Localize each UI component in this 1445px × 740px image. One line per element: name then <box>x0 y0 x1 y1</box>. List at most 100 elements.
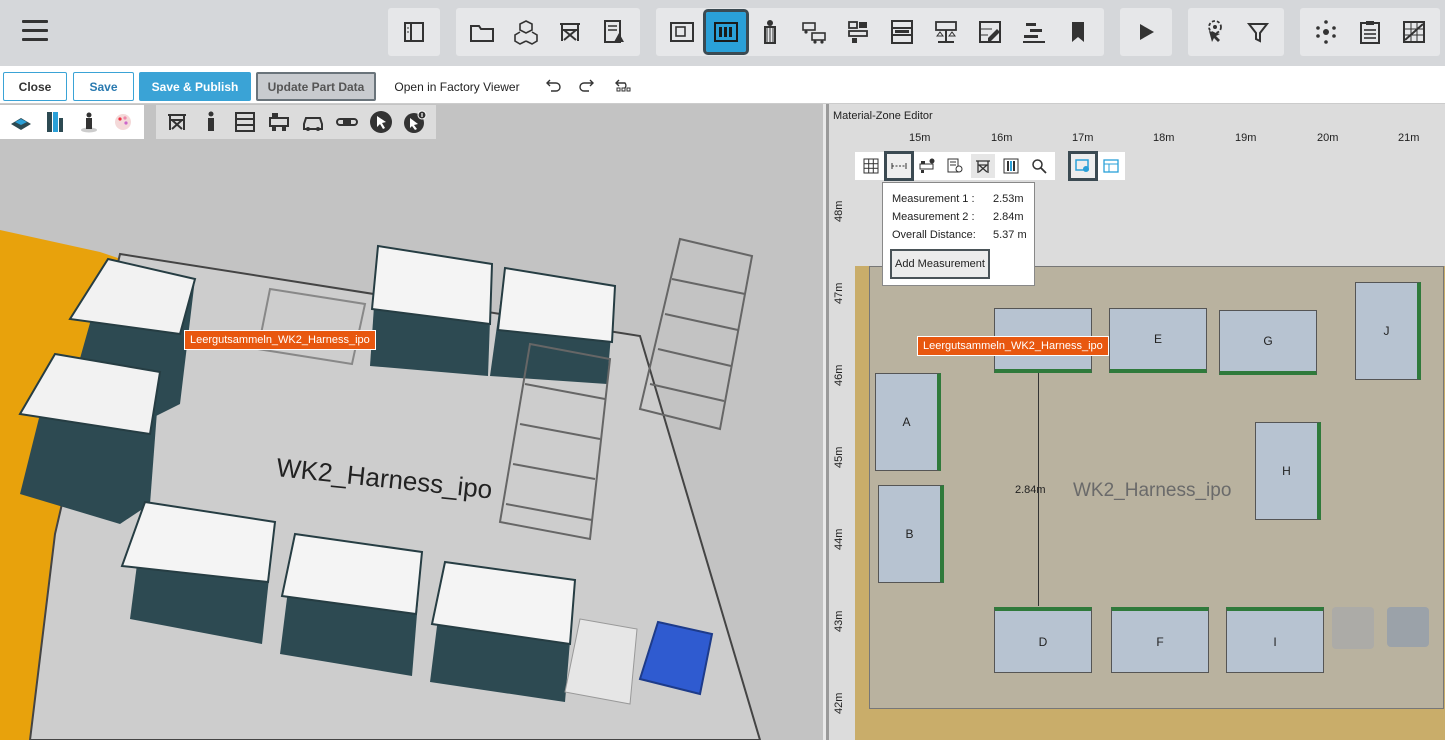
bin-outline-1[interactable] <box>1332 607 1374 649</box>
menu-icon[interactable] <box>22 20 48 42</box>
measure-icon[interactable] <box>884 151 914 181</box>
zone-table-icon[interactable] <box>1099 154 1123 178</box>
measurement-1-value: 2.53m <box>993 193 1024 205</box>
zone-d[interactable]: D <box>994 607 1092 673</box>
zone-h[interactable]: H <box>1255 422 1321 520</box>
overall-distance-value: 5.37 m <box>993 229 1027 241</box>
measurement-dimension-label: 2.84m <box>1015 484 1046 496</box>
bin-outline-2[interactable] <box>1387 607 1429 647</box>
rack-object-icon[interactable] <box>162 107 192 137</box>
toolbar-group-layout <box>656 8 1104 56</box>
add-measurement-button[interactable]: Add Measurement <box>890 249 990 279</box>
close-button[interactable]: Close <box>3 72 67 101</box>
zone-e[interactable]: E <box>1109 308 1207 373</box>
measurement-popup: Measurement 1 : 2.53m Measurement 2 : 2.… <box>882 182 1035 286</box>
shelf-object-icon[interactable] <box>230 107 260 137</box>
3d-viewport[interactable]: WK2_Harness_ipo Leergutsammeln_WK2_Harne… <box>0 104 823 740</box>
zone-a[interactable]: A <box>875 373 941 471</box>
ruler-x-tick: 17m <box>1072 132 1094 144</box>
material-zone-icon[interactable] <box>703 9 749 55</box>
ruler-x-tick: 19m <box>1235 132 1257 144</box>
worker-icon[interactable] <box>750 12 790 52</box>
ruler-x-tick: 15m <box>909 132 931 144</box>
pallet-stack-bottom-3 <box>430 560 577 702</box>
pallet-stack-left-mid <box>18 352 162 524</box>
grid-icon[interactable] <box>859 154 883 178</box>
zone-b-label: B <box>905 527 914 541</box>
clipboard-icon[interactable] <box>1350 12 1390 52</box>
filter-icon[interactable] <box>1238 12 1278 52</box>
pointer-badge-icon[interactable] <box>400 107 430 137</box>
zone-i-label: I <box>1273 634 1277 649</box>
toolbar-group-file <box>456 8 640 56</box>
redo-icon[interactable] <box>579 78 595 92</box>
zone-g[interactable]: G <box>1219 310 1317 375</box>
ruler-y-tick: 44m <box>833 528 845 550</box>
save-button[interactable]: Save <box>73 72 134 101</box>
conveyor-object-icon[interactable] <box>332 107 362 137</box>
play-icon[interactable] <box>1126 12 1166 52</box>
undo-history-icon[interactable] <box>614 78 632 92</box>
undo-icon[interactable] <box>545 78 561 92</box>
zone-f[interactable]: F <box>1111 607 1209 673</box>
zone-i[interactable]: I <box>1226 607 1324 673</box>
color-palette-icon[interactable] <box>108 107 138 137</box>
palette-view-group <box>0 105 144 139</box>
balance-icon[interactable] <box>926 12 966 52</box>
toolbar-group-view <box>388 8 440 56</box>
rack-tool-icon[interactable] <box>971 154 995 178</box>
zone-b[interactable]: B <box>878 485 944 583</box>
rack-icon[interactable] <box>550 12 590 52</box>
main-toolbar <box>0 0 1445 66</box>
person-on-spot-icon[interactable] <box>74 107 104 137</box>
worker-object-icon[interactable] <box>196 107 226 137</box>
folder-icon[interactable] <box>462 12 502 52</box>
zone-tag-3d[interactable]: Leergutsammeln_WK2_Harness_ipo <box>184 330 376 350</box>
station-badge-icon[interactable] <box>915 154 939 178</box>
zone-link-icon[interactable] <box>1068 151 1098 181</box>
measurement-2-label: Measurement 2 : <box>892 211 975 223</box>
zone-tag-editor[interactable]: Leergutsammeln_WK2_Harness_ipo <box>917 336 1109 356</box>
document-warning-icon[interactable] <box>594 12 634 52</box>
search-icon[interactable] <box>1027 154 1051 178</box>
station-icon[interactable] <box>838 12 878 52</box>
bookmark-icon[interactable] <box>1058 12 1098 52</box>
boxes-icon[interactable] <box>506 12 546 52</box>
network-icon[interactable] <box>1306 12 1346 52</box>
shelf-icon[interactable] <box>882 12 922 52</box>
ruler-y-tick: 42m <box>833 692 845 714</box>
bar-zone-icon[interactable] <box>40 107 70 137</box>
material-zone-editor: Material-Zone Editor 15m 16m 17m 18m 19m… <box>826 104 1445 740</box>
edit-grid-icon[interactable] <box>970 12 1010 52</box>
save-publish-button[interactable]: Save & Publish <box>139 72 251 101</box>
zone-e-label: E <box>1153 332 1162 346</box>
pointer-object-icon[interactable] <box>366 107 396 137</box>
chart-grid-icon[interactable] <box>1394 12 1434 52</box>
ruler-x-tick: 16m <box>991 132 1013 144</box>
gantt-icon[interactable] <box>1014 12 1054 52</box>
measurement-1-label: Measurement 1 : <box>892 193 975 205</box>
ruler-y-tick: 47m <box>833 282 845 304</box>
toolbar-group-analysis <box>1300 8 1440 56</box>
update-part-data-button[interactable]: Update Part Data <box>256 72 376 101</box>
zone-j[interactable]: J <box>1355 282 1421 380</box>
station-object-icon[interactable] <box>264 107 294 137</box>
vehicles-icon[interactable] <box>794 12 834 52</box>
layout-frame-icon[interactable] <box>662 12 702 52</box>
list-search-icon[interactable] <box>943 154 967 178</box>
zone-a-label: A <box>902 415 911 429</box>
pallet-view-icon[interactable] <box>6 107 36 137</box>
open-factory-viewer-link[interactable]: Open in Factory Viewer <box>390 72 524 101</box>
panel-icon[interactable] <box>394 12 434 52</box>
car-object-icon[interactable] <box>298 107 328 137</box>
app-root: Close Save Save & Publish Update Part Da… <box>0 0 1445 740</box>
ruler-x-tick: 20m <box>1317 132 1339 144</box>
editor-zone-label: WK2_Harness_ipo <box>1073 480 1232 501</box>
cursor-eye-icon[interactable] <box>1194 12 1234 52</box>
editor-title: Material-Zone Editor <box>833 110 933 122</box>
palette-objects-group <box>156 105 436 139</box>
zone-g-label: G <box>1263 334 1273 348</box>
zone-h-label: H <box>1282 464 1291 478</box>
ruler-y-tick: 43m <box>833 610 845 632</box>
zone-bars-icon[interactable] <box>999 154 1023 178</box>
